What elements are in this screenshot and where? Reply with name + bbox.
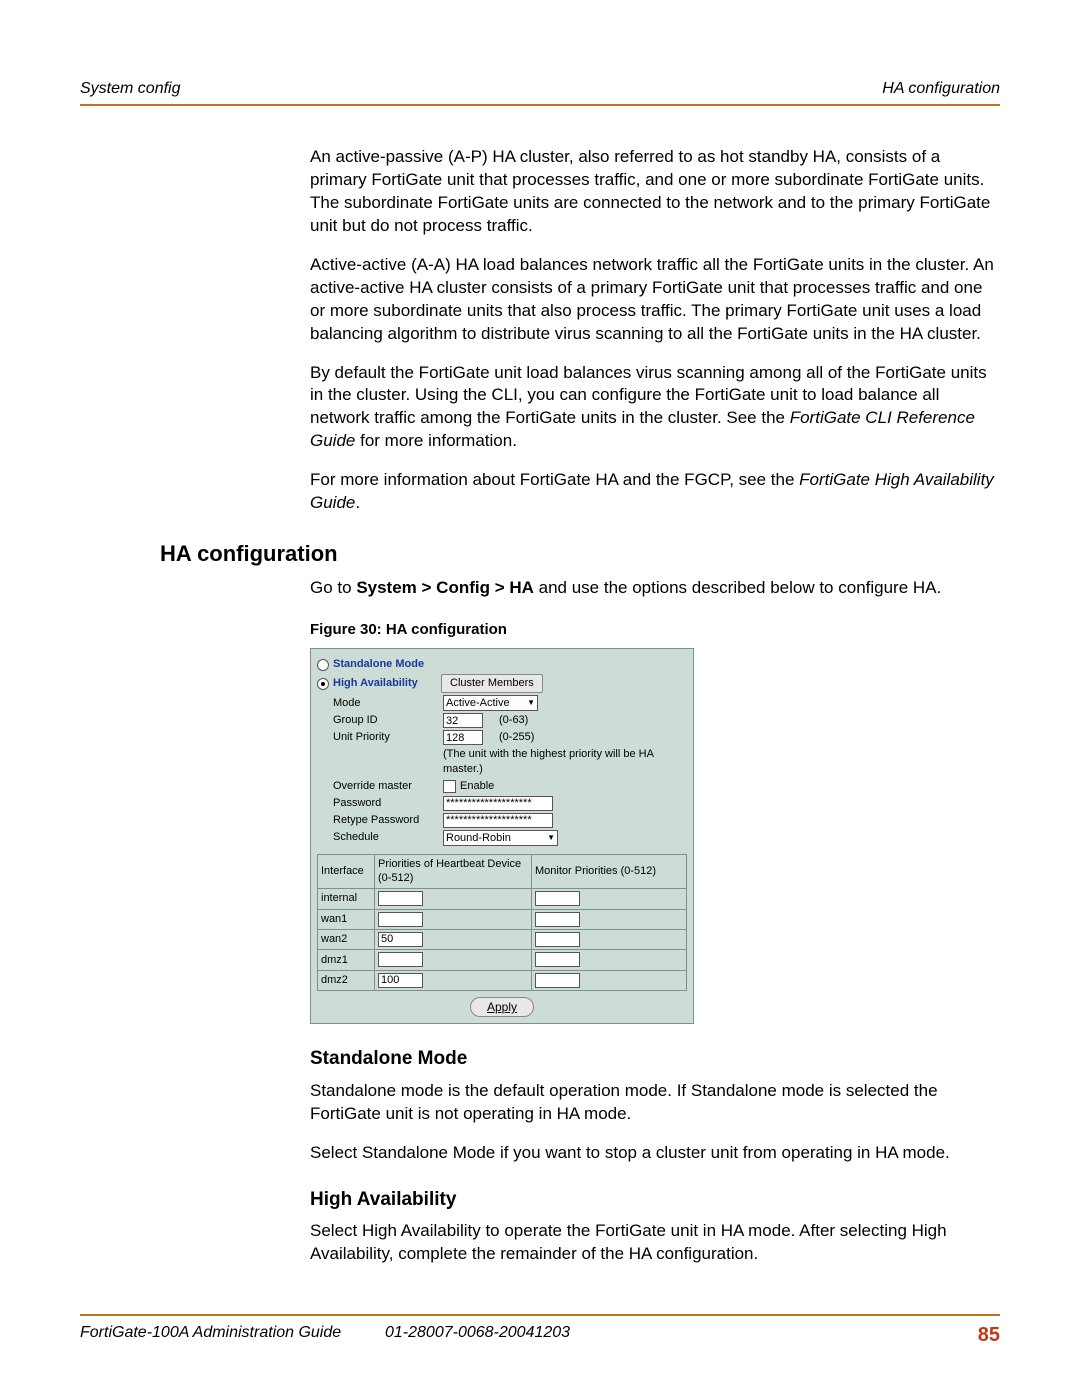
- interface-priority-table: Interface Priorities of Heartbeat Device…: [317, 854, 687, 991]
- cluster-members-button[interactable]: Cluster Members: [441, 674, 543, 693]
- unit-priority-range: (0-255): [499, 730, 534, 745]
- paragraph: By default the FortiGate unit load balan…: [310, 362, 1000, 454]
- footer-center: 01-28007-0068-20041203: [385, 1324, 978, 1347]
- paragraph: An active-passive (A-P) HA cluster, also…: [310, 146, 1000, 238]
- page-number: 85: [978, 1324, 1000, 1347]
- override-master-cb-label: Enable: [460, 779, 494, 794]
- figure-caption: Figure 30: HA configuration: [310, 620, 1000, 640]
- text-run: and use the options described below to c…: [534, 578, 941, 597]
- unit-priority-note: (The unit with the highest priority will…: [443, 747, 683, 777]
- header-right: HA configuration: [882, 80, 1000, 98]
- standalone-heading: Standalone Mode: [310, 1046, 1000, 1072]
- heartbeat-input[interactable]: [378, 932, 423, 947]
- unit-priority-input[interactable]: [443, 730, 483, 745]
- monitor-input[interactable]: [535, 932, 580, 947]
- page-header: System config HA configuration: [80, 80, 1000, 106]
- footer-left: FortiGate-100A Administration Guide: [80, 1324, 385, 1347]
- table-row: dmz2: [318, 970, 687, 990]
- password-input[interactable]: [443, 796, 553, 811]
- iface-cell: dmz1: [318, 950, 375, 970]
- page-footer: FortiGate-100A Administration Guide 01-2…: [80, 1314, 1000, 1347]
- ha-config-panel: Standalone Mode High Availability Cluste…: [310, 648, 694, 1024]
- override-master-checkbox[interactable]: [443, 780, 456, 793]
- group-id-range: (0-63): [499, 713, 528, 728]
- high-availability-heading: High Availability: [310, 1187, 1000, 1213]
- paragraph: Standalone mode is the default operation…: [310, 1080, 1000, 1126]
- radio-standalone-label: Standalone Mode: [333, 657, 424, 672]
- iface-cell: wan2: [318, 929, 375, 949]
- group-id-label: Group ID: [317, 713, 443, 728]
- table-row: wan1: [318, 909, 687, 929]
- mode-select[interactable]: Active-Active: [443, 695, 538, 711]
- col-monitor: Monitor Priorities (0-512): [532, 854, 687, 889]
- paragraph: Select High Availability to operate the …: [310, 1220, 1000, 1266]
- group-id-input[interactable]: [443, 713, 483, 728]
- monitor-input[interactable]: [535, 973, 580, 988]
- header-left: System config: [80, 80, 180, 98]
- paragraph: For more information about FortiGate HA …: [310, 469, 1000, 515]
- apply-button[interactable]: Apply: [470, 997, 534, 1017]
- paragraph: Active-active (A-A) HA load balances net…: [310, 254, 1000, 346]
- radio-high-availability-label: High Availability: [333, 676, 418, 691]
- mode-label: Mode: [317, 696, 443, 711]
- table-row: internal: [318, 889, 687, 909]
- col-interface: Interface: [318, 854, 375, 889]
- iface-cell: dmz2: [318, 970, 375, 990]
- table-row: wan2: [318, 929, 687, 949]
- schedule-select[interactable]: Round-Robin: [443, 830, 558, 846]
- radio-high-availability[interactable]: [317, 678, 329, 690]
- unit-priority-label: Unit Priority: [317, 730, 443, 745]
- iface-cell: internal: [318, 889, 375, 909]
- radio-standalone[interactable]: [317, 659, 329, 671]
- text-run: For more information about FortiGate HA …: [310, 470, 799, 489]
- heartbeat-input[interactable]: [378, 973, 423, 988]
- table-row: dmz1: [318, 950, 687, 970]
- text-run: Go to: [310, 578, 356, 597]
- paragraph: Select Standalone Mode if you want to st…: [310, 1142, 1000, 1165]
- heartbeat-input[interactable]: [378, 912, 423, 927]
- text-run: .: [355, 493, 360, 512]
- override-master-label: Override master: [317, 779, 443, 794]
- nav-path: System > Config > HA: [356, 578, 534, 597]
- nav-instruction: Go to System > Config > HA and use the o…: [310, 577, 1000, 600]
- heartbeat-input[interactable]: [378, 952, 423, 967]
- section-heading: HA configuration: [160, 541, 1000, 567]
- monitor-input[interactable]: [535, 952, 580, 967]
- monitor-input[interactable]: [535, 912, 580, 927]
- password-label: Password: [317, 796, 443, 811]
- retype-password-input[interactable]: [443, 813, 553, 828]
- text-run: for more information.: [355, 431, 517, 450]
- schedule-label: Schedule: [317, 830, 443, 845]
- heartbeat-input[interactable]: [378, 891, 423, 906]
- iface-cell: wan1: [318, 909, 375, 929]
- monitor-input[interactable]: [535, 891, 580, 906]
- retype-password-label: Retype Password: [317, 813, 443, 828]
- col-heartbeat: Priorities of Heartbeat Device (0-512): [375, 854, 532, 889]
